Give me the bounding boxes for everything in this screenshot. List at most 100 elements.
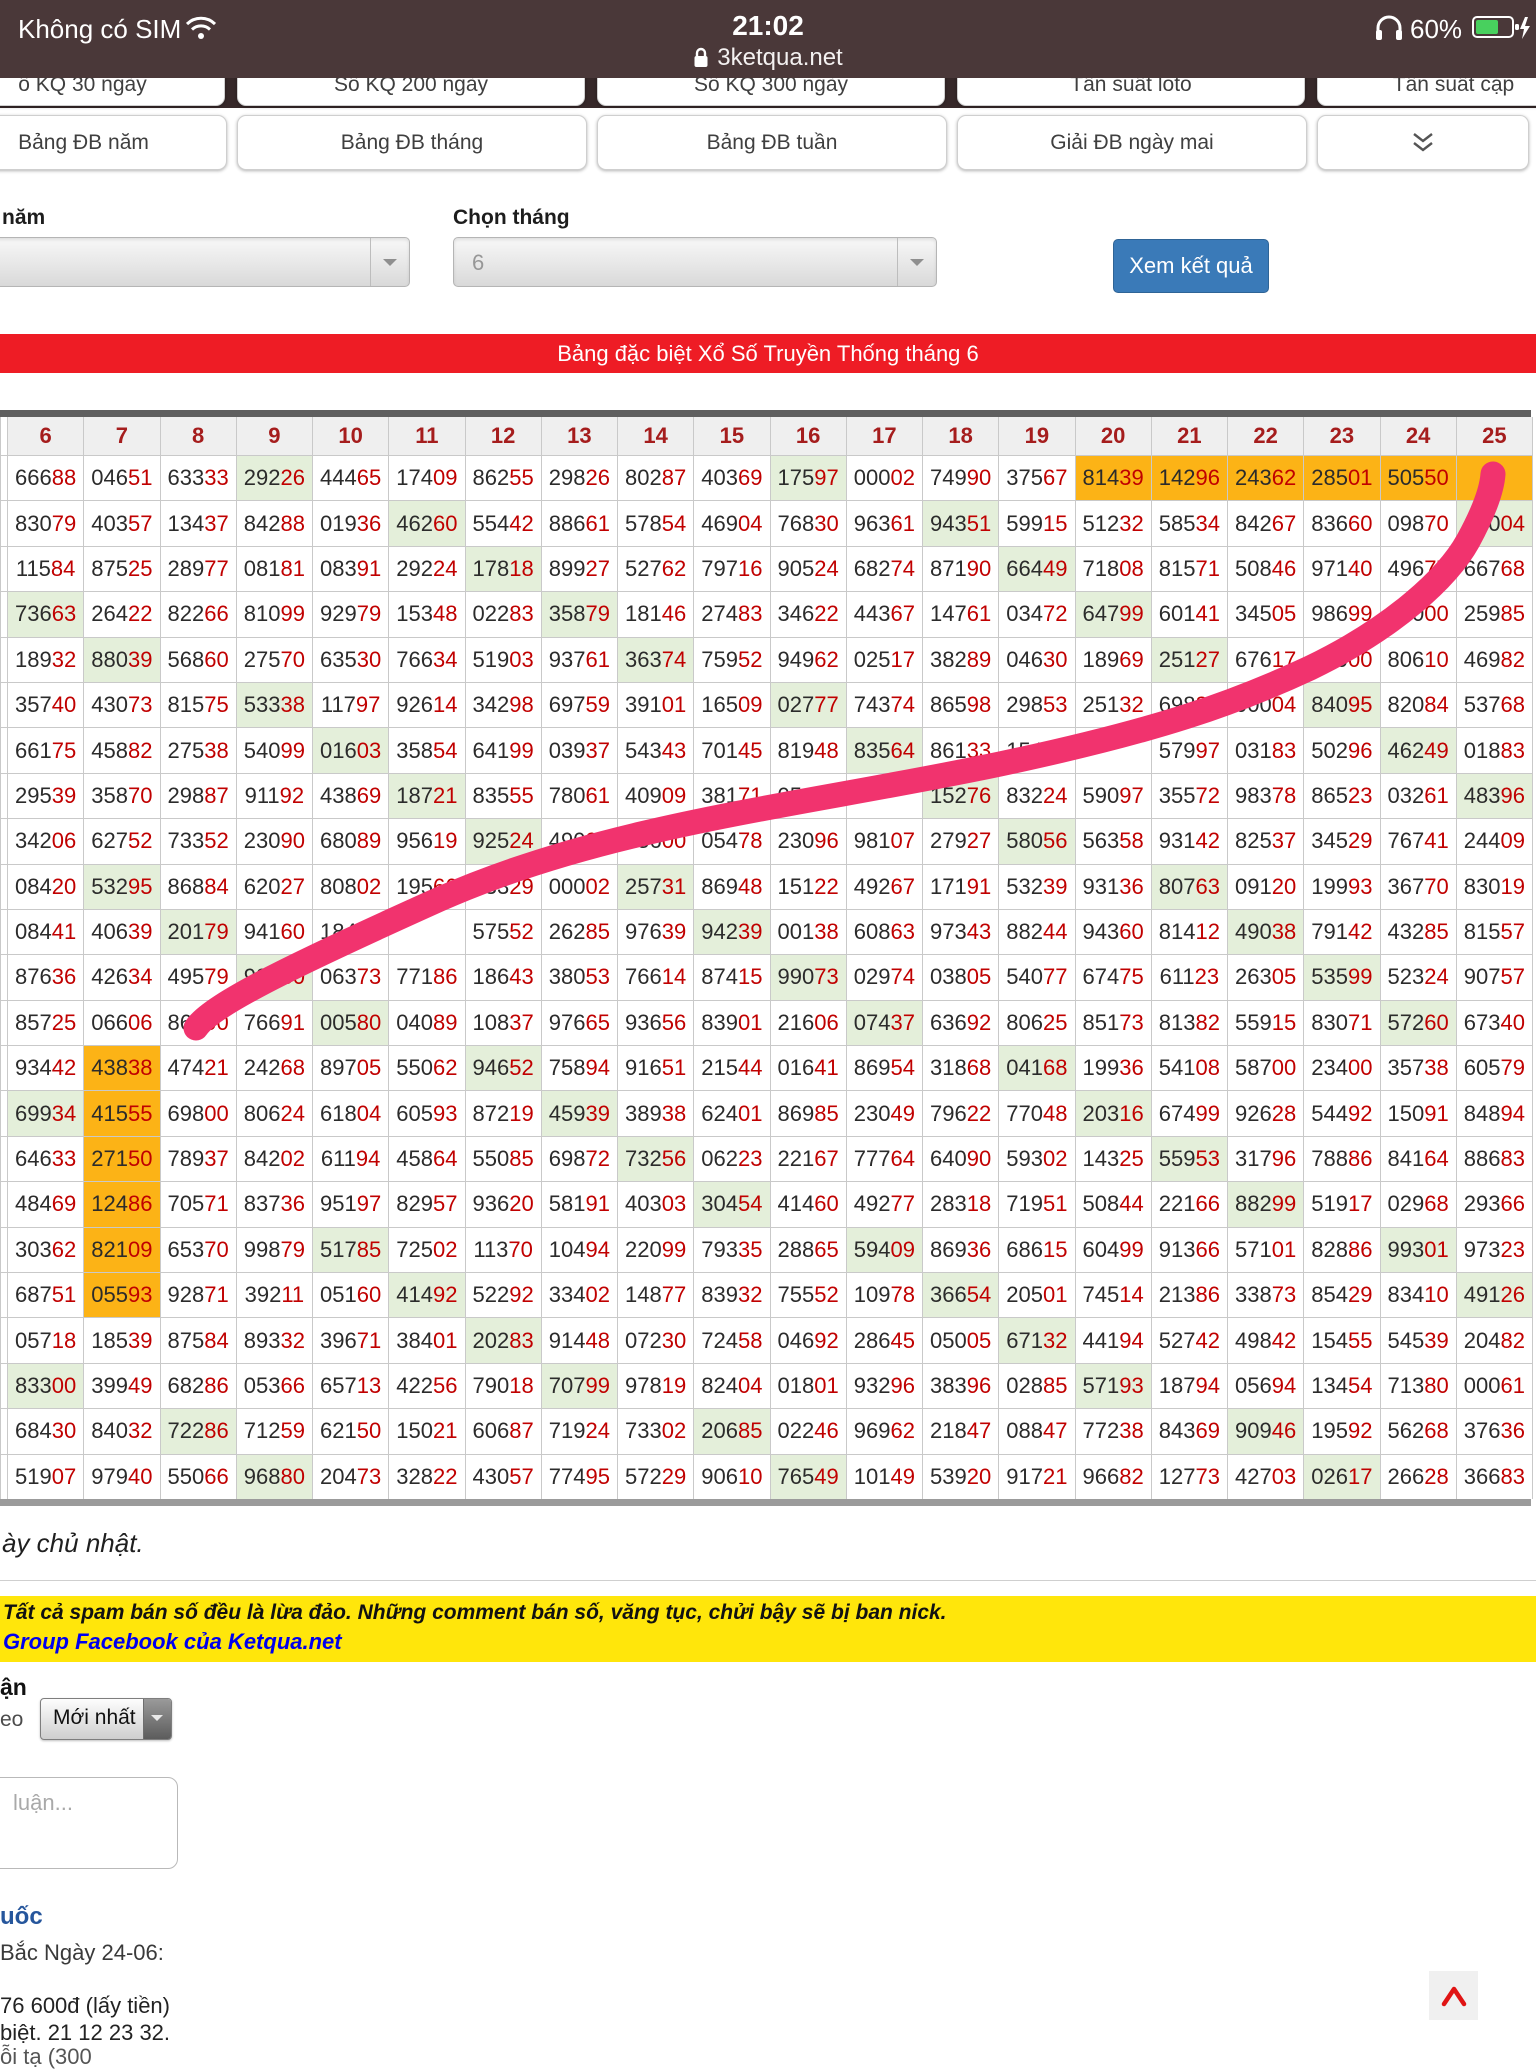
table-cell: 54492 — [1304, 1091, 1379, 1135]
table-cell: 24268 — [237, 1046, 312, 1090]
table-cell: 99073 — [771, 955, 846, 999]
table-cell: 78061 — [542, 774, 617, 818]
table-cell: 27570 — [237, 638, 312, 682]
table-cell: 02517 — [847, 638, 922, 682]
table-cell: 42634 — [84, 955, 159, 999]
table-cell: 56358 — [1076, 819, 1151, 863]
table-cell: 21606 — [771, 1001, 846, 1045]
page-title-banner: Bảng đặc biệt Xổ Số Truyền Thống tháng 6 — [0, 334, 1536, 373]
table-cell: 65370 — [161, 1228, 236, 1272]
table-cell: 48396 — [1457, 774, 1532, 818]
table-cell: 58700 — [1228, 1046, 1303, 1090]
nav-button-db-nam[interactable]: Bảng ĐB năm — [0, 115, 227, 170]
table-cell: 08181 — [237, 547, 312, 591]
table-cell: 68430 — [8, 1409, 83, 1453]
table-cell: 55085 — [466, 1137, 541, 1181]
table-row-sliver — [1, 910, 7, 954]
url-bar[interactable]: 3ketqua.net — [0, 44, 1536, 72]
table-cell: 51232 — [1076, 501, 1151, 545]
table-cell: 01883 — [1457, 728, 1532, 772]
table-cell: 82957 — [389, 1182, 464, 1226]
table-cell: 12773 — [1152, 1455, 1227, 1499]
table-cell: 66768 — [1457, 547, 1532, 591]
table-cell: 53920 — [923, 1455, 998, 1499]
table-cell: 40909 — [618, 774, 693, 818]
table-cell: 00138 — [771, 910, 846, 954]
table-cell: 53768 — [1457, 683, 1532, 727]
battery-percent-label: 60% — [1410, 14, 1462, 45]
table-cell: 67475 — [1076, 955, 1151, 999]
table-cell: 09120 — [1228, 865, 1303, 909]
view-results-button[interactable]: Xem kết quả — [1113, 239, 1269, 293]
table-cell: 22099 — [618, 1228, 693, 1272]
nav-button-db-thang[interactable]: Bảng ĐB tháng — [237, 115, 587, 170]
table-cell: 28865 — [771, 1228, 846, 1272]
facebook-group-link[interactable]: Group Facebook của Ketqua.net — [3, 1629, 342, 1655]
lottery-results-table: 6789101112131415161718192021222324256668… — [0, 417, 1533, 1499]
chevron-up-icon — [1439, 1985, 1469, 2007]
table-cell: 87584 — [161, 1318, 236, 1362]
table-cell: 77186 — [389, 955, 464, 999]
table-cell: 80802 — [313, 865, 388, 909]
result-detail-line1: 76 600đ (lấy tiền) — [0, 1993, 170, 2019]
table-cell: 29226 — [237, 456, 312, 500]
table-cell: 59302 — [999, 1137, 1074, 1181]
table-cell: 60687 — [466, 1409, 541, 1453]
table-cell: 68615 — [999, 1228, 1074, 1272]
table-cell: 83660 — [1304, 501, 1379, 545]
table-cell: 94351 — [923, 501, 998, 545]
table-cell: 18539 — [84, 1318, 159, 1362]
table-cell: 68089 — [313, 819, 388, 863]
table-cell: 20283 — [466, 1318, 541, 1362]
table-cell: 95197 — [313, 1182, 388, 1226]
table-cell: 61123 — [1152, 955, 1227, 999]
table-cell: 19993 — [1304, 865, 1379, 909]
table-cell: 17818 — [466, 547, 541, 591]
nav-button-giai-db-ngay-mai[interactable]: Giải ĐB ngày mai — [957, 115, 1307, 170]
table-cell: 71259 — [237, 1409, 312, 1453]
table-cell: 83224 — [999, 774, 1074, 818]
table-row-sliver — [1, 1091, 7, 1135]
table-cell: 50844 — [1076, 1182, 1151, 1226]
table-cell: 82266 — [161, 592, 236, 636]
table-cell: 55442 — [466, 501, 541, 545]
table-cell: 22166 — [1152, 1182, 1227, 1226]
table-cell: 46904 — [694, 501, 769, 545]
scroll-to-top-button[interactable] — [1429, 1971, 1478, 2020]
table-row-sliver — [1, 1409, 7, 1453]
column-header-day: 12 — [466, 417, 541, 455]
table-cell: 20316 — [1076, 1091, 1151, 1135]
nav-button-db-tuan[interactable]: Bảng ĐB tuần — [597, 115, 947, 170]
table-cell: 59915 — [999, 501, 1074, 545]
comment-sort-select[interactable]: Mới nhất — [40, 1698, 172, 1740]
table-cell: 12486 — [84, 1182, 159, 1226]
month-select[interactable]: 6 — [453, 237, 937, 287]
table-cell: 94239 — [694, 910, 769, 954]
column-header-day: 13 — [542, 417, 617, 455]
headphones-icon — [1374, 12, 1404, 42]
table-cell: 02283 — [466, 592, 541, 636]
table-cell: 40639 — [84, 910, 159, 954]
table-cell: 94160 — [237, 910, 312, 954]
column-header-day: 8 — [161, 417, 236, 455]
table-cell: 18969 — [1076, 638, 1151, 682]
bottom-link-partial[interactable]: uốc — [0, 1903, 43, 1931]
table-cell: 63530 — [313, 638, 388, 682]
table-cell: 05160 — [313, 1273, 388, 1317]
year-select[interactable] — [0, 237, 410, 287]
table-cell: 01641 — [771, 1046, 846, 1090]
table-cell: 04692 — [771, 1318, 846, 1362]
table-cell: 89927 — [542, 547, 617, 591]
table-cell: 38938 — [618, 1091, 693, 1135]
column-header-day: 17 — [847, 417, 922, 455]
table-cell: 77764 — [847, 1137, 922, 1181]
nav-button-more[interactable] — [1317, 115, 1529, 170]
table-cell: 82404 — [694, 1364, 769, 1408]
comment-input[interactable]: luận... — [0, 1777, 178, 1869]
table-cell: 38053 — [542, 955, 617, 999]
chevron-down-icon — [143, 1699, 171, 1739]
table-cell: 18932 — [8, 638, 83, 682]
table-cell: 34505 — [1228, 592, 1303, 636]
table-cell: 92628 — [1228, 1091, 1303, 1135]
table-cell: 74514 — [1076, 1273, 1151, 1317]
